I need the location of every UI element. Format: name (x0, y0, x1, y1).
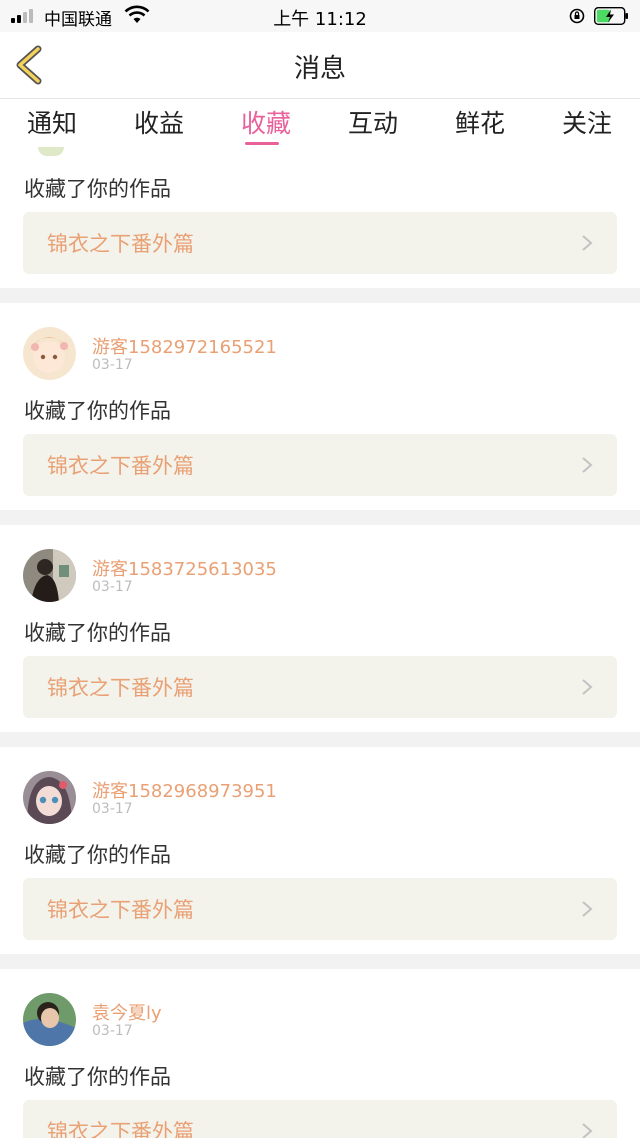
tab-following[interactable]: 关注 (542, 104, 632, 140)
chevron-right-icon (582, 1123, 593, 1138)
tab-bar: 通知 收益 收藏 互动 鲜花 关注 (0, 99, 640, 147)
timestamp: 03-17 (92, 801, 133, 817)
notification-item: 游客1582972165521 03-17 收藏了你的作品 锦衣之下番外篇 (0, 303, 640, 510)
work-title: 锦衣之下番外篇 (47, 232, 194, 256)
username[interactable]: 游客1582972165521 (92, 333, 277, 359)
work-title: 锦衣之下番外篇 (47, 1120, 194, 1138)
battery-icon (594, 7, 628, 25)
timestamp: 03-17 (92, 579, 133, 595)
work-title: 锦衣之下番外篇 (47, 898, 194, 922)
avatar[interactable] (23, 771, 76, 824)
work-title: 锦衣之下番外篇 (47, 676, 194, 700)
chevron-right-icon (582, 457, 593, 473)
work-link[interactable]: 锦衣之下番外篇 (23, 1100, 617, 1138)
separator (0, 954, 640, 969)
rotation-lock-icon (569, 8, 585, 24)
action-text: 收藏了你的作品 (24, 177, 171, 201)
tab-favorites-label: 收藏 (240, 109, 291, 138)
notification-item: 收藏了你的作品 锦衣之下番外篇 (0, 147, 640, 288)
header: 消息 (0, 32, 640, 99)
work-link[interactable]: 锦衣之下番外篇 (23, 656, 617, 718)
chevron-right-icon (582, 235, 593, 251)
action-text: 收藏了你的作品 (24, 399, 171, 423)
username[interactable]: 袁今夏ly (92, 999, 162, 1025)
action-text: 收藏了你的作品 (24, 843, 171, 867)
status-bar: 中国联通 上午 11:12 (0, 0, 640, 32)
work-link[interactable]: 锦衣之下番外篇 (23, 434, 617, 496)
separator (0, 732, 640, 747)
tab-favorites[interactable]: 收藏 (221, 104, 311, 145)
tab-flowers[interactable]: 鲜花 (435, 104, 525, 140)
work-link[interactable]: 锦衣之下番外篇 (23, 212, 617, 274)
action-text: 收藏了你的作品 (24, 1065, 171, 1089)
status-time: 上午 11:12 (273, 9, 367, 30)
timestamp: 03-17 (92, 1023, 133, 1039)
notification-item: 游客1583725613035 03-17 收藏了你的作品 锦衣之下番外篇 (0, 525, 640, 732)
work-title: 锦衣之下番外篇 (47, 454, 194, 478)
separator (0, 510, 640, 525)
action-text: 收藏了你的作品 (24, 621, 171, 645)
separator (0, 288, 640, 303)
avatar[interactable] (23, 549, 76, 602)
avatar[interactable] (23, 993, 76, 1046)
username[interactable]: 游客1583725613035 (92, 555, 277, 581)
page-title: 消息 (293, 54, 346, 84)
chevron-right-icon (582, 679, 593, 695)
tab-interactions[interactable]: 互动 (328, 104, 418, 140)
tab-notice[interactable]: 通知 (7, 104, 97, 140)
notification-item: 游客1582968973951 03-17 收藏了你的作品 锦衣之下番外篇 (0, 747, 640, 954)
notification-list[interactable]: 收藏了你的作品 锦衣之下番外篇 游客1582972165521 03-17 收藏… (0, 147, 640, 1138)
avatar-partial (38, 147, 64, 156)
work-link[interactable]: 锦衣之下番外篇 (23, 878, 617, 940)
notification-item: 袁今夏ly 03-17 收藏了你的作品 锦衣之下番外篇 (0, 969, 640, 1138)
avatar[interactable] (23, 327, 76, 380)
active-tab-indicator (245, 142, 279, 145)
chevron-right-icon (582, 901, 593, 917)
timestamp: 03-17 (92, 357, 133, 373)
username[interactable]: 游客1582968973951 (92, 777, 277, 803)
tab-earnings[interactable]: 收益 (114, 104, 204, 140)
